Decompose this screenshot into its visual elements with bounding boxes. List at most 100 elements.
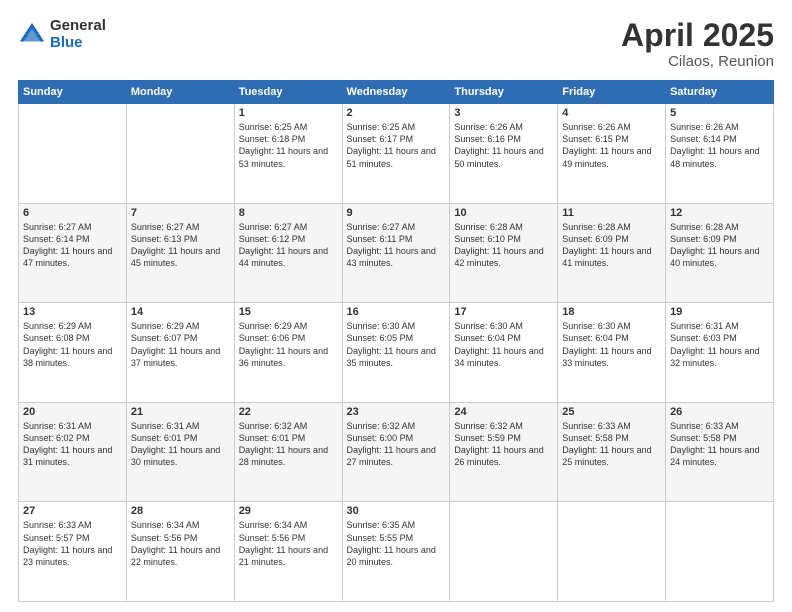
page: General Blue April 2025 Cilaos, Reunion …	[0, 0, 792, 612]
calendar-cell: 12 Sunrise: 6:28 AMSunset: 6:09 PMDayligh…	[666, 203, 774, 303]
cell-text: Sunrise: 6:33 AMSunset: 5:58 PMDaylight:…	[670, 420, 769, 469]
calendar-cell: 1Sunrise: 6:25 AMSunset: 6:18 PMDaylight…	[234, 104, 342, 204]
day-number: 21	[131, 406, 230, 418]
day-number: 30	[347, 505, 446, 517]
calendar-body: 1Sunrise: 6:25 AMSunset: 6:18 PMDaylight…	[19, 104, 774, 602]
day-number: 29	[239, 505, 338, 517]
calendar-cell: 11 Sunrise: 6:28 AMSunset: 6:09 PMDayligh…	[558, 203, 666, 303]
calendar-cell: 2 Sunrise: 6:25 AMSunset: 6:17 PMDaylight…	[342, 104, 450, 204]
calendar-cell	[126, 104, 234, 204]
cell-text: Sunrise: 6:27 AMSunset: 6:14 PMDaylight:…	[23, 221, 122, 270]
day-number: 25	[562, 406, 661, 418]
calendar-cell	[666, 502, 774, 602]
weekday-thursday: Thursday	[450, 81, 558, 104]
cell-text: Sunrise: 6:28 AMSunset: 6:10 PMDaylight:…	[454, 221, 553, 270]
title-area: April 2025 Cilaos, Reunion	[621, 18, 774, 70]
calendar: SundayMondayTuesdayWednesdayThursdayFrid…	[18, 80, 774, 602]
weekday-monday: Monday	[126, 81, 234, 104]
cell-text: Sunrise: 6:29 AMSunset: 6:08 PMDaylight:…	[23, 320, 122, 369]
day-number: 26	[670, 406, 769, 418]
day-number: 24	[454, 406, 553, 418]
day-number: 13	[23, 306, 122, 318]
calendar-cell: 3Sunrise: 6:26 AMSunset: 6:16 PMDaylight…	[450, 104, 558, 204]
cell-text: Sunrise: 6:27 AMSunset: 6:11 PMDaylight:…	[347, 221, 446, 270]
weekday-friday: Friday	[558, 81, 666, 104]
day-number: 22	[239, 406, 338, 418]
day-number: 19	[670, 306, 769, 318]
day-number: 27	[23, 505, 122, 517]
cell-text: Sunrise: 6:28 AMSunset: 6:09 PMDaylight:…	[562, 221, 661, 270]
cell-text: Sunrise: 6:31 AMSunset: 6:01 PMDaylight:…	[131, 420, 230, 469]
location: Cilaos, Reunion	[621, 53, 774, 70]
day-number: 23	[347, 406, 446, 418]
week-row-1: 1Sunrise: 6:25 AMSunset: 6:18 PMDaylight…	[19, 104, 774, 204]
day-number: 12	[670, 207, 769, 219]
header: General Blue April 2025 Cilaos, Reunion	[18, 18, 774, 70]
weekday-header: SundayMondayTuesdayWednesdayThursdayFrid…	[19, 81, 774, 104]
cell-text: Sunrise: 6:28 AMSunset: 6:09 PMDaylight:…	[670, 221, 769, 270]
day-number: 14	[131, 306, 230, 318]
logo-blue: Blue	[50, 35, 106, 52]
day-number: 28	[131, 505, 230, 517]
calendar-cell: 29 Sunrise: 6:34 AMSunset: 5:56 PMDayligh…	[234, 502, 342, 602]
cell-text: Sunrise: 6:32 AMSunset: 5:59 PMDaylight:…	[454, 420, 553, 469]
cell-text: Sunrise: 6:34 AMSunset: 5:56 PMDaylight:…	[239, 519, 338, 568]
calendar-cell	[558, 502, 666, 602]
day-number: 6	[23, 207, 122, 219]
calendar-cell: 22 Sunrise: 6:32 AMSunset: 6:01 PMDayligh…	[234, 402, 342, 502]
cell-text: Sunrise: 6:29 AMSunset: 6:06 PMDaylight:…	[239, 320, 338, 369]
calendar-cell: 6 Sunrise: 6:27 AMSunset: 6:14 PMDaylight…	[19, 203, 127, 303]
calendar-cell: 26 Sunrise: 6:33 AMSunset: 5:58 PMDayligh…	[666, 402, 774, 502]
calendar-cell: 16 Sunrise: 6:30 AMSunset: 6:05 PMDayligh…	[342, 303, 450, 403]
calendar-cell: 13 Sunrise: 6:29 AMSunset: 6:08 PMDayligh…	[19, 303, 127, 403]
day-number: 9	[347, 207, 446, 219]
cell-text: Sunrise: 6:26 AMSunset: 6:14 PMDaylight:…	[670, 121, 769, 170]
weekday-wednesday: Wednesday	[342, 81, 450, 104]
calendar-cell: 25 Sunrise: 6:33 AMSunset: 5:58 PMDayligh…	[558, 402, 666, 502]
day-number: 11	[562, 207, 661, 219]
month-title: April 2025	[621, 18, 774, 53]
calendar-cell	[450, 502, 558, 602]
cell-text: Sunrise: 6:34 AMSunset: 5:56 PMDaylight:…	[131, 519, 230, 568]
calendar-cell: 10Sunrise: 6:28 AMSunset: 6:10 PMDayligh…	[450, 203, 558, 303]
cell-text: Sunrise: 6:33 AMSunset: 5:58 PMDaylight:…	[562, 420, 661, 469]
calendar-cell: 27Sunrise: 6:33 AMSunset: 5:57 PMDayligh…	[19, 502, 127, 602]
cell-text: Sunrise: 6:30 AMSunset: 6:05 PMDaylight:…	[347, 320, 446, 369]
calendar-cell: 24 Sunrise: 6:32 AMSunset: 5:59 PMDayligh…	[450, 402, 558, 502]
cell-text: Sunrise: 6:30 AMSunset: 6:04 PMDaylight:…	[454, 320, 553, 369]
cell-text: Sunrise: 6:29 AMSunset: 6:07 PMDaylight:…	[131, 320, 230, 369]
week-row-5: 27Sunrise: 6:33 AMSunset: 5:57 PMDayligh…	[19, 502, 774, 602]
calendar-cell: 18Sunrise: 6:30 AMSunset: 6:04 PMDayligh…	[558, 303, 666, 403]
cell-text: Sunrise: 6:31 AMSunset: 6:02 PMDaylight:…	[23, 420, 122, 469]
calendar-cell: 4Sunrise: 6:26 AMSunset: 6:15 PMDaylight…	[558, 104, 666, 204]
cell-text: Sunrise: 6:35 AMSunset: 5:55 PMDaylight:…	[347, 519, 446, 568]
calendar-cell: 21 Sunrise: 6:31 AMSunset: 6:01 PMDayligh…	[126, 402, 234, 502]
day-number: 7	[131, 207, 230, 219]
week-row-3: 13 Sunrise: 6:29 AMSunset: 6:08 PMDayligh…	[19, 303, 774, 403]
logo-general: General	[50, 18, 106, 35]
day-number: 20	[23, 406, 122, 418]
cell-text: Sunrise: 6:26 AMSunset: 6:15 PMDaylight:…	[562, 121, 661, 170]
day-number: 15	[239, 306, 338, 318]
calendar-cell: 7 Sunrise: 6:27 AMSunset: 6:13 PMDaylight…	[126, 203, 234, 303]
day-number: 2	[347, 107, 446, 119]
calendar-cell	[19, 104, 127, 204]
day-number: 18	[562, 306, 661, 318]
weekday-tuesday: Tuesday	[234, 81, 342, 104]
calendar-cell: 19Sunrise: 6:31 AMSunset: 6:03 PMDayligh…	[666, 303, 774, 403]
logo-icon	[18, 21, 46, 49]
calendar-cell: 17 Sunrise: 6:30 AMSunset: 6:04 PMDayligh…	[450, 303, 558, 403]
calendar-cell: 9 Sunrise: 6:27 AMSunset: 6:11 PMDaylight…	[342, 203, 450, 303]
logo-text: General Blue	[50, 18, 106, 51]
cell-text: Sunrise: 6:32 AMSunset: 6:00 PMDaylight:…	[347, 420, 446, 469]
cell-text: Sunrise: 6:27 AMSunset: 6:12 PMDaylight:…	[239, 221, 338, 270]
cell-text: Sunrise: 6:27 AMSunset: 6:13 PMDaylight:…	[131, 221, 230, 270]
day-number: 17	[454, 306, 553, 318]
day-number: 16	[347, 306, 446, 318]
cell-text: Sunrise: 6:25 AMSunset: 6:17 PMDaylight:…	[347, 121, 446, 170]
calendar-cell: 15 Sunrise: 6:29 AMSunset: 6:06 PMDayligh…	[234, 303, 342, 403]
calendar-cell: 30 Sunrise: 6:35 AMSunset: 5:55 PMDayligh…	[342, 502, 450, 602]
logo: General Blue	[18, 18, 106, 51]
cell-text: Sunrise: 6:32 AMSunset: 6:01 PMDaylight:…	[239, 420, 338, 469]
weekday-saturday: Saturday	[666, 81, 774, 104]
